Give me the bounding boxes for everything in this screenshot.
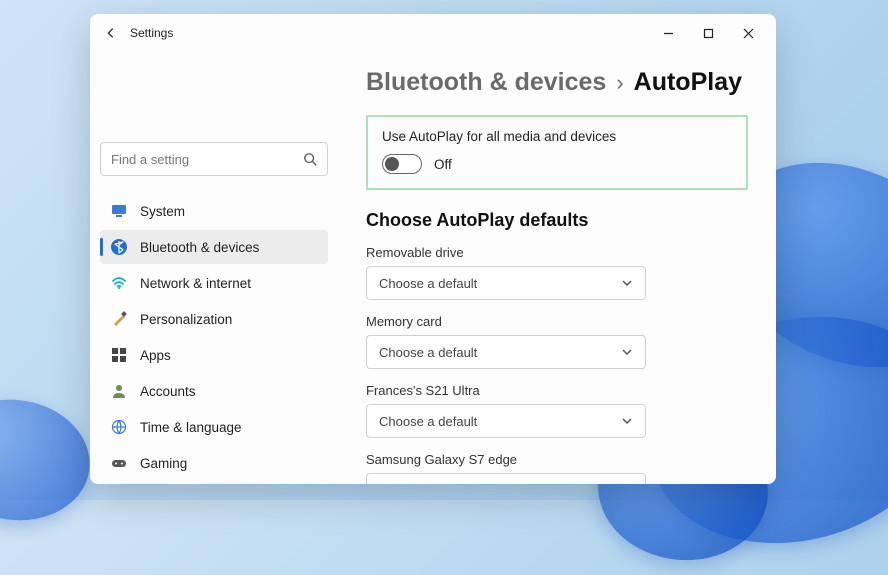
breadcrumb-parent[interactable]: Bluetooth & devices [366, 68, 606, 97]
monitor-icon [110, 202, 128, 220]
close-button[interactable] [728, 18, 768, 48]
sidebar-item-apps[interactable]: Apps [100, 338, 328, 372]
window-title: Settings [130, 26, 173, 40]
autoplay-default-label: Removable drive [366, 245, 748, 260]
arrow-left-icon [104, 26, 118, 40]
toggle-knob [385, 157, 399, 171]
search-input[interactable] [111, 152, 303, 167]
sidebar-item-gaming[interactable]: Gaming [100, 446, 328, 480]
breadcrumb: Bluetooth & devices › AutoPlay [366, 68, 748, 97]
autoplay-default-group: Frances's S21 Ultra Choose a default [366, 383, 748, 438]
sidebar-item-system[interactable]: System [100, 194, 328, 228]
main-content[interactable]: Bluetooth & devices › AutoPlay Use AutoP… [338, 52, 776, 484]
sidebar: System Bluetooth & devices Network & inter… [90, 52, 338, 484]
sidebar-item-label: Network & internet [140, 276, 251, 291]
sidebar-item-label: System [140, 204, 185, 219]
defaults-list: Removable driveChoose a defaultMemory ca… [366, 245, 748, 484]
autoplay-toggle-state: Off [434, 157, 452, 172]
autoplay-toggle[interactable] [382, 154, 422, 174]
chevron-down-icon [621, 277, 633, 289]
autoplay-default-group: Memory card Choose a default [366, 314, 748, 369]
apps-icon [110, 346, 128, 364]
settings-window: Settings System Bluetooth & devices Networ… [90, 14, 776, 484]
sidebar-item-label: Apps [140, 348, 171, 363]
autoplay-default-select[interactable]: Choose a default [366, 266, 646, 300]
sidebar-item-accounts[interactable]: Accounts [100, 374, 328, 408]
minimize-button[interactable] [648, 18, 688, 48]
page-title: AutoPlay [634, 68, 742, 97]
autoplay-default-select[interactable]: Choose a default [366, 473, 646, 484]
chevron-down-icon [621, 346, 633, 358]
sidebar-item-label: Bluetooth & devices [140, 240, 259, 255]
minimize-icon [663, 28, 674, 39]
sidebar-item-network-internet[interactable]: Network & internet [100, 266, 328, 300]
sidebar-item-label: Personalization [140, 312, 232, 327]
globe-icon [110, 418, 128, 436]
wifi-icon [110, 274, 128, 292]
back-button[interactable] [98, 20, 124, 46]
person-icon [110, 382, 128, 400]
maximize-button[interactable] [688, 18, 728, 48]
titlebar: Settings [90, 14, 776, 52]
sidebar-item-label: Accounts [140, 384, 196, 399]
window-controls [648, 18, 768, 48]
nav-list: System Bluetooth & devices Network & inter… [100, 194, 328, 480]
sidebar-item-bluetooth-devices[interactable]: Bluetooth & devices [100, 230, 328, 264]
wallpaper-petal [0, 390, 98, 530]
select-value: Choose a default [379, 276, 621, 291]
select-value: Choose a default [379, 483, 621, 485]
autoplay-default-select[interactable]: Choose a default [366, 335, 646, 369]
sidebar-item-time-language[interactable]: Time & language [100, 410, 328, 444]
autoplay-toggle-section: Use AutoPlay for all media and devices O… [366, 115, 748, 190]
close-icon [743, 28, 754, 39]
search-icon [303, 152, 317, 166]
gaming-icon [110, 454, 128, 472]
sidebar-item-label: Time & language [140, 420, 242, 435]
maximize-icon [703, 28, 714, 39]
autoplay-default-group: Removable drive Choose a default [366, 245, 748, 300]
brush-icon [110, 310, 128, 328]
sidebar-item-personalization[interactable]: Personalization [100, 302, 328, 336]
autoplay-default-select[interactable]: Choose a default [366, 404, 646, 438]
select-value: Choose a default [379, 345, 621, 360]
autoplay-toggle-label: Use AutoPlay for all media and devices [382, 129, 732, 144]
search-box[interactable] [100, 142, 328, 176]
chevron-down-icon [621, 415, 633, 427]
autoplay-default-group: Samsung Galaxy S7 edge Choose a default [366, 452, 748, 484]
bluetooth-icon [110, 238, 128, 256]
sidebar-item-label: Gaming [140, 456, 187, 471]
chevron-right-icon: › [616, 70, 623, 96]
autoplay-default-label: Memory card [366, 314, 748, 329]
defaults-section-title: Choose AutoPlay defaults [366, 210, 748, 231]
autoplay-default-label: Frances's S21 Ultra [366, 383, 748, 398]
autoplay-default-label: Samsung Galaxy S7 edge [366, 452, 748, 467]
select-value: Choose a default [379, 414, 621, 429]
